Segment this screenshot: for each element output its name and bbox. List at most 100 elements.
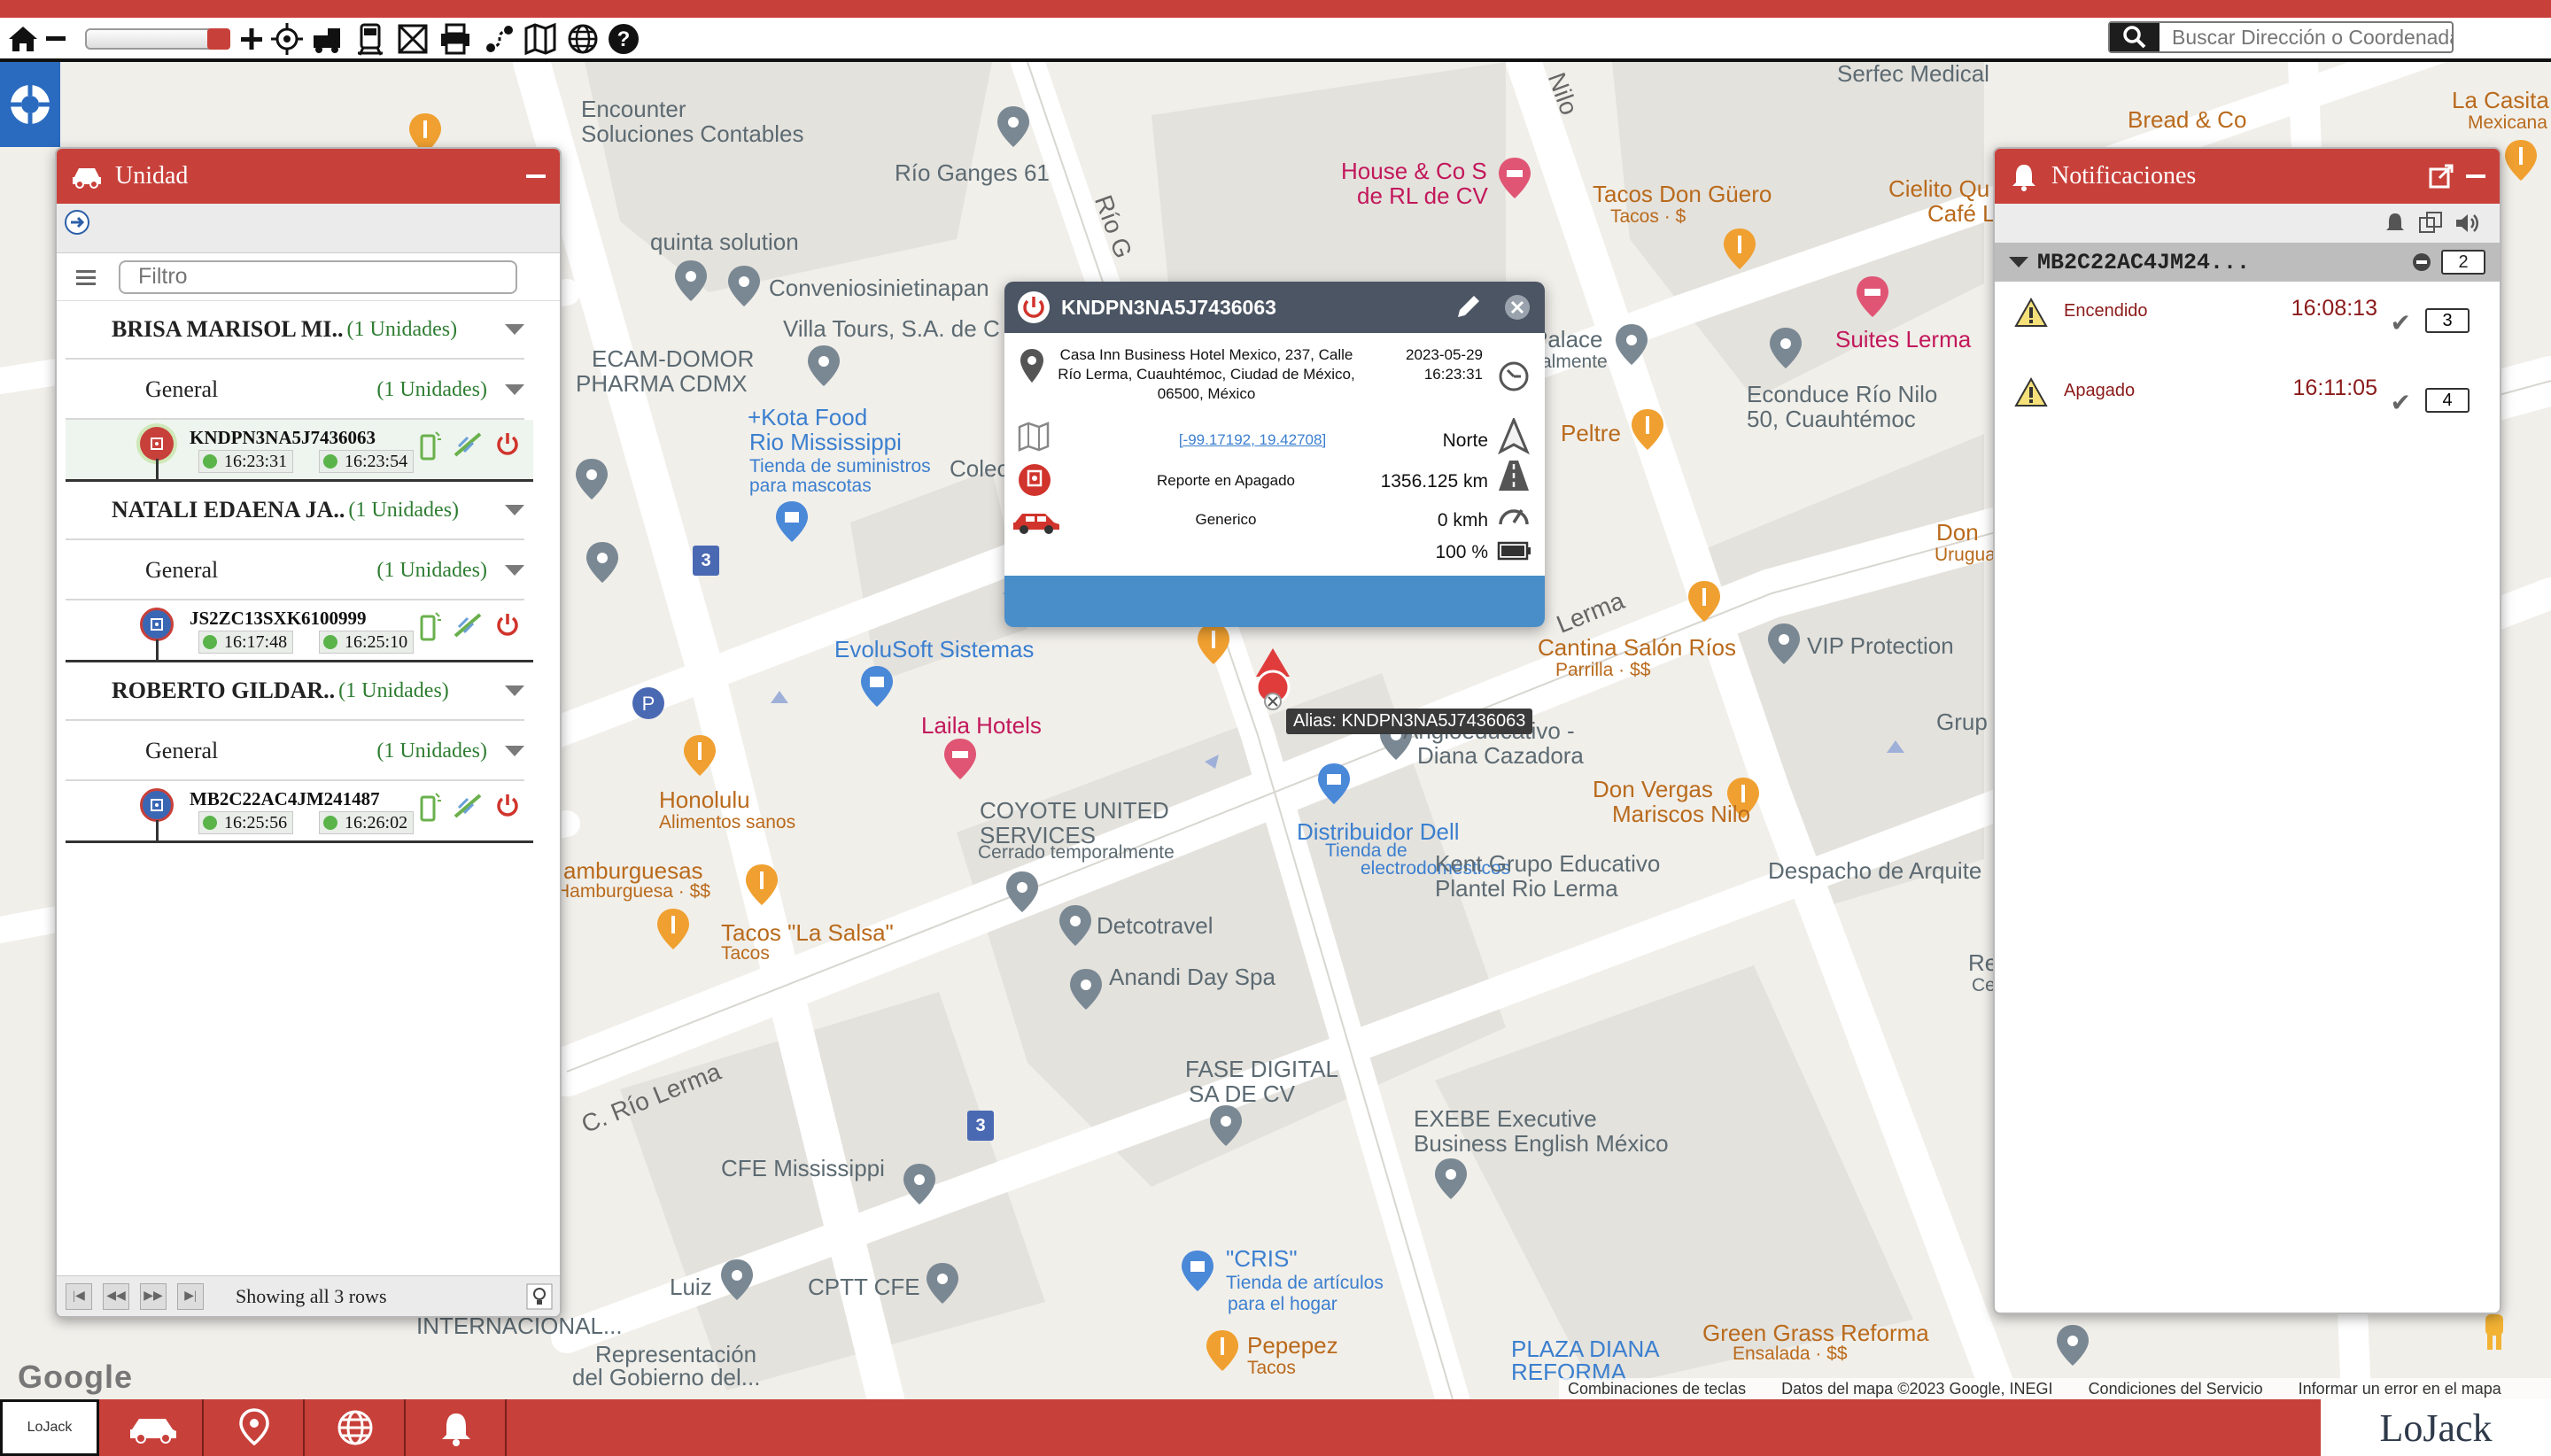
map-place-label[interactable]: Business English México — [1414, 1131, 1669, 1156]
map-place-label[interactable]: Rio Mississippi — [749, 430, 902, 454]
place-pin-icon[interactable] — [1004, 870, 1040, 914]
restaurant-pin-icon[interactable] — [682, 733, 717, 778]
globe-icon[interactable] — [565, 21, 601, 57]
map-place-label[interactable]: Tacos "La Salsa" — [721, 920, 894, 945]
gps-icon[interactable] — [269, 21, 305, 57]
map-place-label[interactable]: de RL de CV — [1357, 183, 1488, 208]
map-place-label[interactable]: Villa Tours, S.A. de C — [783, 316, 1000, 341]
map-place-label[interactable]: VIP Protection — [1807, 633, 1954, 658]
satellite-icon[interactable] — [452, 430, 484, 459]
subgroup-row[interactable]: General (1 Unidades) — [66, 723, 524, 781]
parking-pin-icon[interactable]: P — [631, 685, 666, 730]
map-place-label[interactable]: Parrilla · $$ — [1555, 660, 1650, 680]
map-place-label[interactable]: Grup — [1936, 709, 1988, 734]
map-place-label[interactable]: EXEBE Executive — [1414, 1106, 1597, 1131]
map-place-label[interactable]: Tienda de suministros — [749, 456, 931, 476]
map-place-label[interactable]: Don Vergas — [1593, 777, 1713, 802]
help-icon[interactable]: ? — [606, 21, 641, 57]
shop-pin-icon[interactable] — [774, 500, 810, 544]
place-pin-icon[interactable] — [574, 457, 609, 501]
place-pin-icon[interactable] — [925, 1261, 960, 1305]
map-footer-item[interactable]: Informar un error en el mapa — [2299, 1380, 2501, 1398]
subgroup-row[interactable]: General (1 Unidades) — [66, 542, 524, 600]
map-place-label[interactable]: Honolulu — [659, 787, 750, 812]
map-place-label[interactable]: Diana Cazadora — [1417, 743, 1584, 768]
map-place-label[interactable]: almente — [1541, 352, 1608, 372]
geofence-nav-button[interactable] — [306, 1399, 406, 1456]
map-place-label[interactable]: Plantel Rio Lerma — [1435, 876, 1618, 901]
chevron-down-icon[interactable] — [505, 685, 524, 696]
map-place-label[interactable]: INTERNACIONAL... — [416, 1313, 623, 1338]
vehicle-icon[interactable] — [310, 21, 345, 57]
window-stack-icon[interactable] — [2418, 211, 2443, 236]
map-icon[interactable] — [523, 21, 558, 57]
map-tools-icon[interactable] — [395, 21, 430, 57]
restaurant-pin-icon[interactable] — [1630, 407, 1665, 452]
map-place-label[interactable]: Ensalada · $$ — [1733, 1344, 1848, 1364]
map-place-label[interactable]: Tacos — [721, 943, 770, 964]
map-footer-item[interactable]: Combinaciones de teclas — [1568, 1380, 1746, 1398]
map-place-label[interactable]: "CRIS" — [1226, 1246, 1298, 1271]
map-place-label[interactable]: Conveniosinietinapan — [769, 275, 989, 300]
owner-group-row[interactable]: BRISA MARISOL MI.. (1 Unidades) — [66, 301, 524, 360]
map-place-label[interactable]: Suites Lerma — [1835, 327, 1971, 352]
power-icon[interactable] — [494, 430, 521, 457]
map-place-label[interactable]: Green Grass Reforma — [1702, 1320, 1929, 1345]
map-place-label[interactable]: Río Ganges 61 — [895, 160, 1050, 185]
restaurant-pin-icon[interactable] — [1686, 579, 1722, 623]
map-place-label[interactable]: +Kota Food — [748, 405, 867, 430]
map-place-label[interactable]: para mascotas — [749, 476, 872, 496]
zoom-out-icon[interactable] — [41, 21, 76, 57]
check-icon[interactable]: ✔ — [2391, 308, 2411, 337]
map-place-label[interactable]: Cerrado temporalmente — [978, 842, 1175, 863]
vehicle-marker-icon[interactable] — [1251, 647, 1295, 710]
map-place-label[interactable]: ECAM-DOMOR — [592, 346, 754, 371]
hotel-pin-icon[interactable] — [1497, 156, 1532, 200]
map-place-label[interactable]: Tacos — [1247, 1358, 1296, 1378]
print-icon[interactable] — [438, 21, 473, 57]
unit-row[interactable]: JS2ZC13SXK6100999 16:17:48 16:25:10 — [66, 600, 533, 662]
place-pin-icon[interactable] — [1058, 903, 1093, 948]
place-pin-icon[interactable] — [673, 259, 709, 303]
map-place-label[interactable]: Encounter — [581, 97, 686, 121]
map-place-label[interactable]: 50, Cuauhtémoc — [1747, 407, 1916, 431]
last-page-button[interactable]: ▶| — [177, 1282, 204, 1310]
map-place-label[interactable]: Detcotravel — [1097, 913, 1213, 938]
map-place-label[interactable]: Mexicana — [2468, 112, 2547, 133]
restaurant-pin-icon[interactable] — [2503, 138, 2539, 182]
shop-pin-icon[interactable] — [1316, 762, 1352, 806]
place-pin-icon[interactable] — [1766, 622, 1802, 666]
alerts-nav-button[interactable] — [407, 1399, 507, 1456]
place-pin-icon[interactable] — [1068, 967, 1104, 1011]
power-icon[interactable] — [494, 611, 521, 638]
lightbulb-icon[interactable] — [526, 1283, 553, 1310]
place-pin-icon[interactable] — [1614, 322, 1649, 367]
map-place-label[interactable]: Serfec Medical — [1837, 62, 1989, 86]
unidad-panel-header[interactable]: Unidad — [57, 149, 560, 204]
filter-input[interactable] — [119, 259, 517, 294]
search-input[interactable] — [2159, 25, 2452, 50]
home-icon[interactable] — [5, 21, 41, 57]
map-place-label[interactable]: Cielito Qu — [1888, 176, 1989, 201]
map-place-label[interactable]: Tienda de artículos — [1226, 1273, 1384, 1293]
map-footer-item[interactable]: Condiciones del Servicio — [2089, 1380, 2263, 1398]
satellite-icon[interactable] — [452, 611, 484, 639]
chevron-down-icon[interactable] — [505, 505, 524, 515]
minimize-button[interactable] — [526, 174, 546, 178]
power-icon[interactable] — [494, 792, 521, 818]
notification-item[interactable]: Encendido 16:08:13 ✔ 3 — [2014, 289, 2470, 342]
subgroup-row[interactable]: General (1 Unidades) — [66, 361, 524, 420]
map-place-label[interactable]: COYOTE UNITED — [980, 798, 1169, 823]
satellite-icon[interactable] — [452, 792, 484, 820]
map-place-label[interactable]: CPTT CFE — [808, 1274, 920, 1299]
map-place-label[interactable]: House & Co S — [1341, 159, 1487, 183]
place-pin-icon[interactable] — [1768, 326, 1803, 370]
map-place-label[interactable]: Colec — [950, 456, 1008, 481]
map-place-label[interactable]: Café L — [1927, 201, 1996, 226]
map-place-label[interactable]: Soluciones Contables — [581, 121, 804, 146]
phone-signal-icon[interactable] — [420, 792, 441, 822]
unit-row[interactable]: KNDPN3NA5J7436063 16:23:31 16:23:54 — [66, 420, 533, 482]
map-place-label[interactable]: Hamburguesa · $$ — [556, 881, 710, 902]
arrow-right-icon[interactable] — [64, 209, 90, 236]
place-pin-icon[interactable] — [2055, 1323, 2090, 1367]
